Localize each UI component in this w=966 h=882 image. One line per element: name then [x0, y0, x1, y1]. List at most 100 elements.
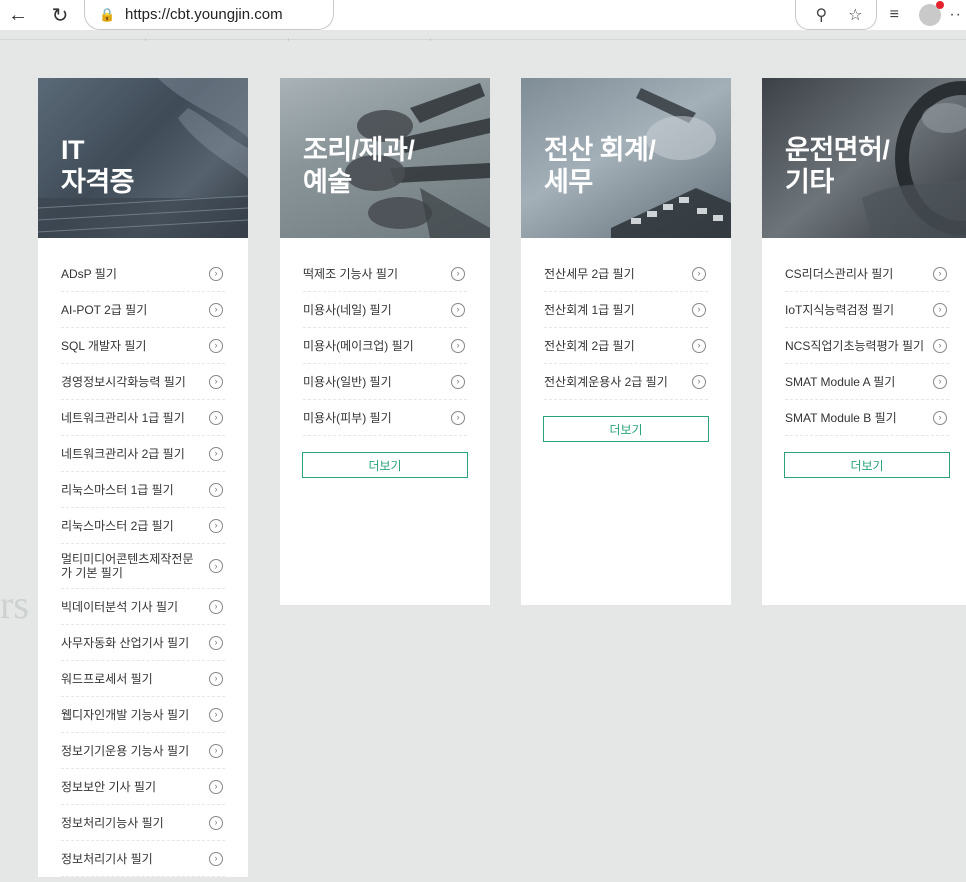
- item-label: CS리더스관리사 필기: [785, 266, 894, 281]
- list-item[interactable]: 전산회계운용사 2급 필기 ›: [544, 364, 708, 400]
- address-bar[interactable]: 🔒 https://cbt.youngjin.com: [84, 0, 334, 30]
- list-item[interactable]: 전산세무 2급 필기 ›: [544, 256, 708, 292]
- item-label: 전산회계 2급 필기: [544, 338, 635, 353]
- category-card-cooking: 조리/제과/ 예술 떡제조 기능사 필기 › 미용사(네일) 필기 › 미용사(메이…: [280, 78, 490, 605]
- category-card-driving: 운전면허/ 기타 CS리더스관리사 필기 › IoT지식능력검정 필기 › NCS직…: [762, 78, 966, 605]
- list-item[interactable]: 사무자동화 산업기사 필기 ›: [61, 625, 225, 661]
- list-item[interactable]: 정보보안 기사 필기 ›: [61, 769, 225, 805]
- list-item[interactable]: 정보처리기능사 필기 ›: [61, 805, 225, 841]
- list-item[interactable]: CS리더스관리사 필기 ›: [785, 256, 949, 292]
- item-label: 미용사(일반) 필기: [303, 374, 392, 389]
- card-item-list: 전산세무 2급 필기 › 전산회계 1급 필기 › 전산회계 2급 필기 › 전산회계…: [521, 238, 731, 400]
- more-button[interactable]: 더보기: [302, 452, 468, 478]
- list-item[interactable]: 미용사(일반) 필기 ›: [303, 364, 467, 400]
- item-label: 정보처리기사 필기: [61, 851, 153, 866]
- chevron-right-icon: ›: [209, 851, 223, 866]
- chevron-right-icon: ›: [209, 671, 223, 686]
- chevron-right-icon: ›: [209, 779, 223, 794]
- item-label: 떡제조 기능사 필기: [303, 266, 398, 281]
- chevron-right-icon: ›: [209, 338, 223, 353]
- more-button[interactable]: 더보기: [784, 452, 950, 478]
- list-item[interactable]: IoT지식능력검정 필기 ›: [785, 292, 949, 328]
- item-label: AI-POT 2급 필기: [61, 302, 148, 317]
- list-item[interactable]: SMAT Module A 필기 ›: [785, 364, 949, 400]
- chevron-right-icon: ›: [451, 374, 465, 389]
- chevron-right-icon: ›: [209, 446, 223, 461]
- more-button[interactable]: 더보기: [543, 416, 709, 442]
- back-arrow-icon[interactable]: ←: [4, 1, 32, 29]
- browser-toolbar: ← ↻ 🔒 https://cbt.youngjin.com ⚲ ☆ ≡ ··: [0, 0, 966, 30]
- chevron-right-icon: ›: [209, 374, 223, 389]
- chevron-right-icon: ›: [451, 266, 465, 281]
- chevron-right-icon: ›: [933, 410, 947, 425]
- chevron-right-icon: ›: [692, 266, 706, 281]
- zoom-icon[interactable]: ⚲: [804, 1, 838, 29]
- card-header-image: 조리/제과/ 예술: [280, 78, 490, 238]
- list-item[interactable]: 멀티미디어콘텐츠제작전문가 기본 필기 ›: [61, 544, 225, 589]
- item-label: SQL 개발자 필기: [61, 338, 147, 353]
- favorites-icon[interactable]: ≡: [877, 1, 911, 29]
- chevron-right-icon: ›: [209, 559, 223, 573]
- list-item[interactable]: 전산회계 1급 필기 ›: [544, 292, 708, 328]
- list-item[interactable]: 리눅스마스터 1급 필기 ›: [61, 472, 225, 508]
- chevron-right-icon: ›: [209, 599, 223, 614]
- chevron-right-icon: ›: [933, 338, 947, 353]
- item-label: NCS직업기초능력평가 필기: [785, 338, 925, 353]
- chevron-right-icon: ›: [209, 815, 223, 830]
- item-label: 정보처리기능사 필기: [61, 815, 164, 830]
- card-title: 전산 회계/ 세무: [544, 135, 656, 197]
- list-item[interactable]: 빅데이터분석 기사 필기 ›: [61, 589, 225, 625]
- chevron-right-icon: ›: [209, 707, 223, 722]
- list-item[interactable]: 전산회계 2급 필기 ›: [544, 328, 708, 364]
- chevron-right-icon: ›: [692, 338, 706, 353]
- list-item[interactable]: ADsP 필기 ›: [61, 256, 225, 292]
- address-actions: ⚲ ☆: [795, 0, 878, 30]
- chevron-right-icon: ›: [451, 302, 465, 317]
- list-item[interactable]: 떡제조 기능사 필기 ›: [303, 256, 467, 292]
- card-header-image: IT 자격증: [38, 78, 248, 238]
- category-card-it: IT 자격증 ADsP 필기 › AI-POT 2급 필기 › SQL 개발자 필기…: [38, 78, 248, 877]
- list-item[interactable]: 워드프로세서 필기 ›: [61, 661, 225, 697]
- item-label: 네트워크관리사 1급 필기: [61, 410, 185, 425]
- item-label: SMAT Module B 필기: [785, 410, 897, 425]
- list-item[interactable]: 정보처리기사 필기 ›: [61, 841, 225, 877]
- list-item[interactable]: 네트워크관리사 1급 필기 ›: [61, 400, 225, 436]
- chevron-right-icon: ›: [692, 302, 706, 317]
- item-label: 빅데이터분석 기사 필기: [61, 599, 179, 614]
- list-item[interactable]: 웹디자인개발 기능사 필기 ›: [61, 697, 225, 733]
- item-label: 리눅스마스터 2급 필기: [61, 518, 174, 533]
- chevron-right-icon: ›: [209, 743, 223, 758]
- item-label: 워드프로세서 필기: [61, 671, 153, 686]
- list-item[interactable]: NCS직업기초능력평가 필기 ›: [785, 328, 949, 364]
- item-label: 웹디자인개발 기능사 필기: [61, 707, 190, 722]
- background-text: rs: [0, 582, 29, 627]
- item-label: ADsP 필기: [61, 266, 117, 281]
- list-item[interactable]: 리눅스마스터 2급 필기 ›: [61, 508, 225, 544]
- more-menu-icon[interactable]: ··: [949, 6, 962, 24]
- item-label: 경영정보시각화능력 필기: [61, 374, 186, 389]
- item-label: 네트워크관리사 2급 필기: [61, 446, 185, 461]
- profile-avatar[interactable]: [919, 1, 945, 26]
- list-item[interactable]: 미용사(네일) 필기 ›: [303, 292, 467, 328]
- item-label: SMAT Module A 필기: [785, 374, 896, 389]
- list-item[interactable]: 경영정보시각화능력 필기 ›: [61, 364, 225, 400]
- star-icon[interactable]: ☆: [838, 1, 872, 29]
- card-item-list: CS리더스관리사 필기 › IoT지식능력검정 필기 › NCS직업기초능력평가 필…: [762, 238, 966, 436]
- list-item[interactable]: SQL 개발자 필기 ›: [61, 328, 225, 364]
- list-item[interactable]: 미용사(피부) 필기 ›: [303, 400, 467, 436]
- chevron-right-icon: ›: [933, 266, 947, 281]
- list-item[interactable]: 네트워크관리사 2급 필기 ›: [61, 436, 225, 472]
- item-label: 전산회계 1급 필기: [544, 302, 635, 317]
- chevron-right-icon: ›: [209, 266, 223, 281]
- item-label: 미용사(네일) 필기: [303, 302, 392, 317]
- list-item[interactable]: SMAT Module B 필기 ›: [785, 400, 949, 436]
- reload-icon[interactable]: ↻: [46, 1, 74, 29]
- category-card-accounting: 전산 회계/ 세무 전산세무 2급 필기 › 전산회계 1급 필기 › 전산회계 2…: [521, 78, 731, 605]
- chevron-right-icon: ›: [692, 374, 706, 389]
- list-item[interactable]: 미용사(메이크업) 필기 ›: [303, 328, 467, 364]
- card-header-image: 운전면허/ 기타: [762, 78, 966, 238]
- chevron-right-icon: ›: [209, 518, 223, 533]
- item-label: 사무자동화 산업기사 필기: [61, 635, 190, 650]
- list-item[interactable]: 정보기기운용 기능사 필기 ›: [61, 733, 225, 769]
- list-item[interactable]: AI-POT 2급 필기 ›: [61, 292, 225, 328]
